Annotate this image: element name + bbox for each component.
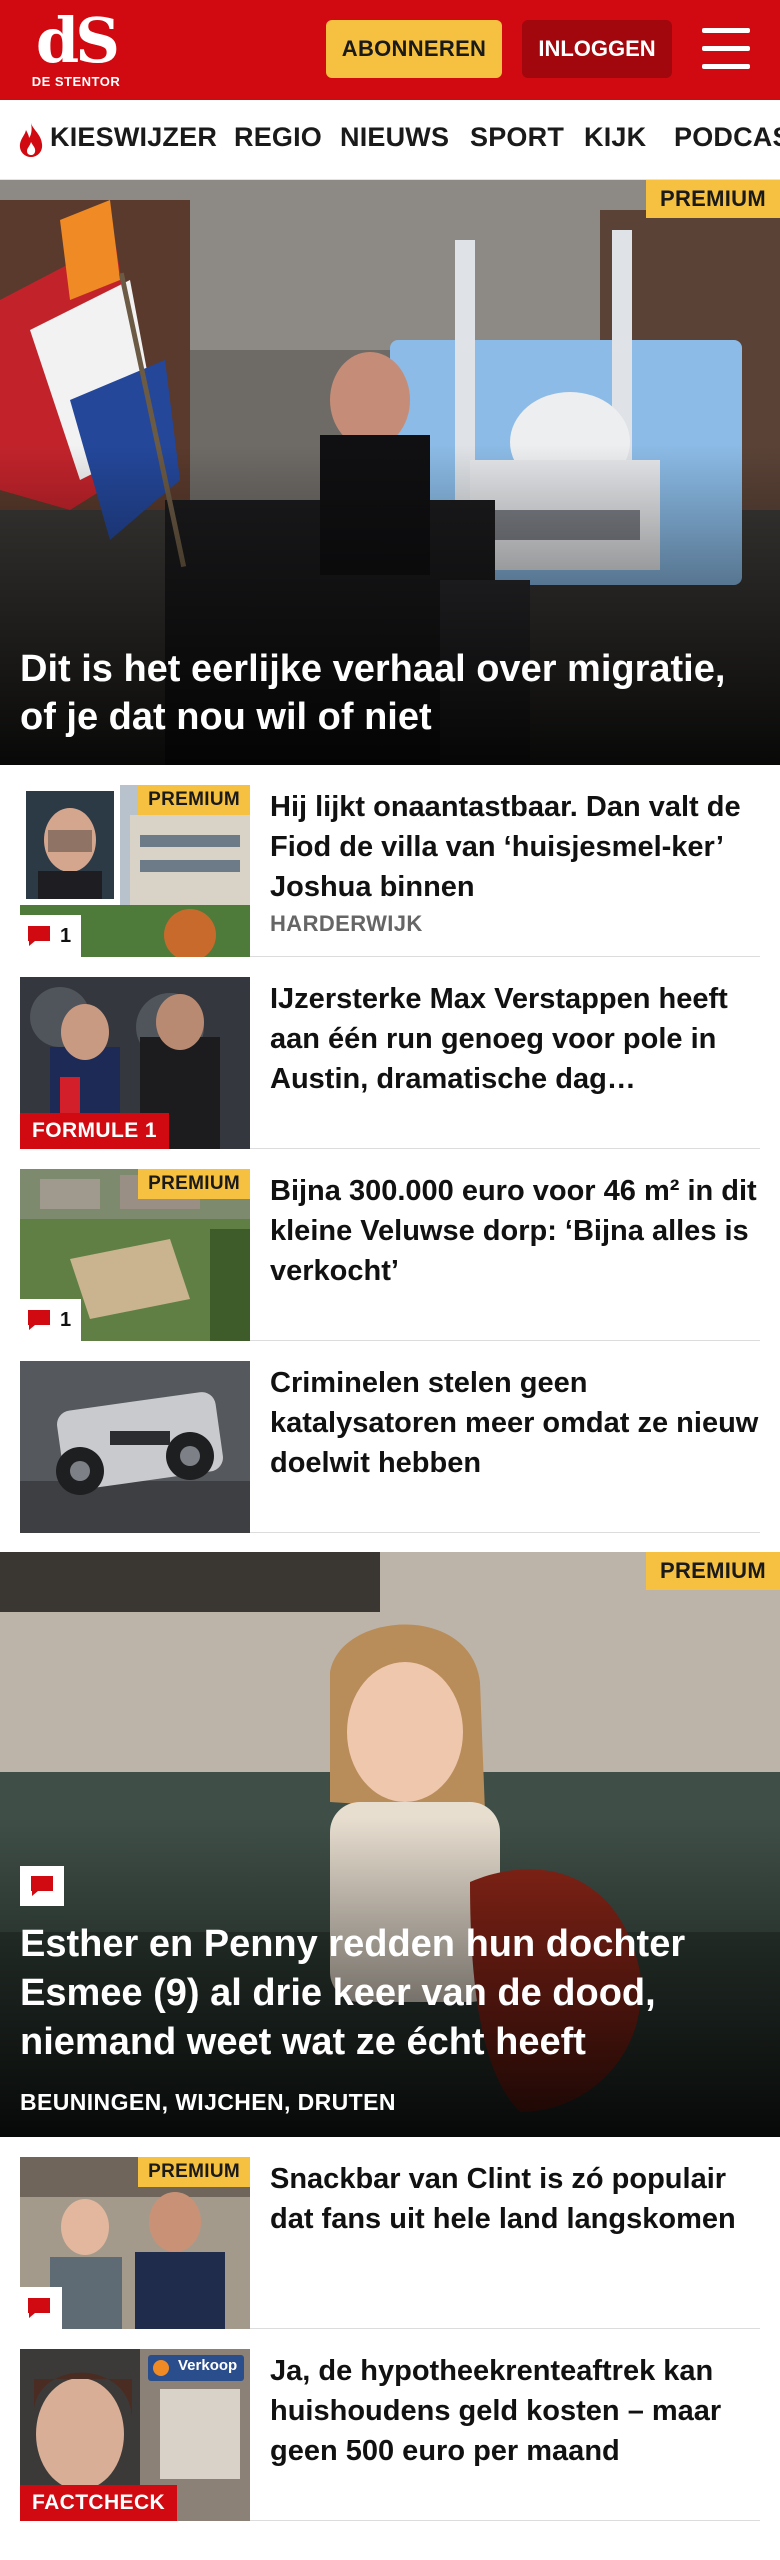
- thumbnail-sign-text: Verkoop: [178, 2357, 238, 2374]
- comment-button[interactable]: [20, 1866, 64, 1906]
- comment-count-value: 1: [60, 924, 72, 947]
- logo-mark: dS: [35, 4, 120, 77]
- article-thumbnail: PREMIUM 1: [20, 1169, 250, 1341]
- article-thumbnail: PREMIUM: [20, 2157, 250, 2329]
- logo-subtext: DE STENTOR: [31, 74, 121, 89]
- article-title[interactable]: Snackbar van Clint is zó populair dat fa…: [270, 2159, 760, 2239]
- article-location: HARDERWIJK: [270, 911, 423, 936]
- list-item[interactable]: Criminelen stelen geen katalysatoren mee…: [20, 1341, 760, 1533]
- premium-badge: PREMIUM: [646, 1552, 780, 1590]
- article-title[interactable]: Ja, de hypotheekrenteaftrek kan huishoud…: [270, 2351, 760, 2471]
- main-navigation: KIESWIJZER REGIO NIEUWS SPORT KIJK PODCA…: [0, 100, 780, 180]
- list-item[interactable]: FORMULE 1 IJzersterke Max Verstappen hee…: [20, 957, 760, 1149]
- list-item[interactable]: Verkoop FACTCHECK Ja, de hypotheekrentea…: [20, 2329, 760, 2521]
- comment-count-value: 1: [60, 1308, 72, 1331]
- article-title[interactable]: Bijna 300.000 euro voor 46 m² in dit kle…: [270, 1171, 760, 1291]
- featured-location: BEUNINGEN, WIJCHEN, DRUTEN: [20, 2089, 396, 2115]
- article-thumbnail: FORMULE 1: [20, 977, 250, 1149]
- list-item[interactable]: PREMIUM Snackbar van Clint is zó populai…: [20, 2137, 760, 2329]
- login-button[interactable]: INLOGGEN: [522, 20, 672, 78]
- menu-line: [702, 28, 750, 33]
- nav-item-sport[interactable]: SPORT: [470, 122, 564, 153]
- menu-line: [702, 64, 750, 69]
- list-item[interactable]: PREMIUM 1 Hij lijkt onaantastbaar. Dan v…: [20, 765, 760, 957]
- comment-count[interactable]: [20, 2287, 62, 2329]
- article-title[interactable]: IJzersterke Max Verstappen heeft aan één…: [270, 979, 760, 1099]
- article-thumbnail: Verkoop FACTCHECK: [20, 2349, 250, 2521]
- category-label[interactable]: FACTCHECK: [20, 2485, 178, 2521]
- premium-badge: PREMIUM: [646, 180, 780, 218]
- premium-badge: PREMIUM: [138, 1169, 250, 1199]
- article-title[interactable]: Criminelen stelen geen katalysatoren mee…: [270, 1363, 760, 1483]
- featured-title[interactable]: Esther en Penny redden hun dochter Esmee…: [20, 1920, 760, 2067]
- comment-icon: [28, 1310, 50, 1330]
- nav-item-kieswijzer[interactable]: KIESWIJZER: [50, 122, 217, 153]
- site-logo[interactable]: dS DE STENTOR: [28, 10, 124, 90]
- article-thumbnail: [20, 1361, 250, 1533]
- comment-icon: [28, 2298, 50, 2318]
- nav-item-regio[interactable]: REGIO: [234, 122, 322, 153]
- article-title[interactable]: Hij lijkt onaantastbaar. Dan valt de Fio…: [270, 787, 760, 907]
- hamburger-menu-icon[interactable]: [700, 24, 752, 74]
- premium-badge: PREMIUM: [138, 785, 250, 815]
- premium-badge: PREMIUM: [138, 2157, 250, 2187]
- comment-icon: [28, 926, 50, 946]
- nav-item-podcast[interactable]: PODCAS: [674, 122, 780, 153]
- comment-icon: [31, 1876, 53, 1896]
- comment-count[interactable]: 1: [20, 1299, 82, 1341]
- comment-count[interactable]: 1: [20, 915, 82, 957]
- nav-item-nieuws[interactable]: NIEUWS: [340, 122, 449, 153]
- featured-article[interactable]: PREMIUM Esther en Penny redden hun docht…: [0, 1552, 780, 2137]
- category-label[interactable]: FORMULE 1: [20, 1113, 169, 1149]
- top-header: dS DE STENTOR ABONNEREN INLOGGEN: [0, 0, 780, 100]
- menu-line: [702, 46, 750, 51]
- hero-title[interactable]: Dit is het eerlijke verhaal over migrati…: [20, 645, 740, 741]
- list-item[interactable]: PREMIUM 1 Bijna 300.000 euro voor 46 m² …: [20, 1149, 760, 1341]
- subscribe-button[interactable]: ABONNEREN: [326, 20, 502, 78]
- article-image: [20, 1361, 250, 1533]
- article-thumbnail: PREMIUM 1: [20, 785, 250, 957]
- hero-article[interactable]: PREMIUM Dit is het eerlijke verhaal over…: [0, 180, 780, 765]
- nav-item-kijk[interactable]: KIJK: [584, 122, 646, 153]
- flame-icon: [19, 123, 43, 157]
